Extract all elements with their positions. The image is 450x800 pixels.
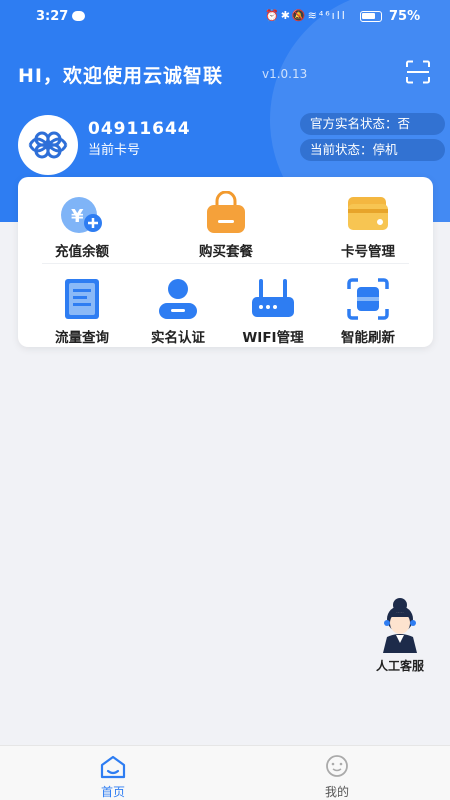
- shopping-bag-icon: [207, 191, 245, 233]
- user-icon: [159, 279, 197, 319]
- agent-avatar-icon: [383, 598, 417, 653]
- card-icon: [348, 197, 388, 230]
- scan-refresh-icon: [347, 278, 389, 320]
- menu-label: WIFI管理: [242, 330, 304, 346]
- current-status-badge: 当前状态：停机: [300, 139, 445, 161]
- tab-label: 我的: [324, 785, 349, 799]
- bottom-tab-bar: 首页 我的: [0, 745, 450, 800]
- app-version: v1.0.13: [262, 67, 308, 81]
- home-icon: [100, 755, 126, 779]
- tab-home[interactable]: 首页: [73, 752, 153, 799]
- menu-item-smart-refresh[interactable]: 智能刷新: [320, 273, 416, 346]
- menu-item-buy-package[interactable]: 购买套餐: [178, 187, 274, 260]
- menu-label: 卡号管理: [341, 244, 395, 260]
- card-number-label: 当前卡号: [88, 143, 141, 158]
- status-time: 3:27: [36, 9, 69, 24]
- menu-item-recharge[interactable]: ¥ 充值余额: [34, 187, 130, 260]
- recharge-icon: ¥: [61, 197, 102, 233]
- status-bar: 3:27 ⏰✱🔕≋⁴⁶ıll 75%: [0, 0, 450, 36]
- menu-divider: [42, 263, 409, 264]
- customer-service-button[interactable]: 人工客服: [365, 595, 435, 677]
- customer-service-label: 人工客服: [375, 659, 424, 673]
- menu-item-real-name[interactable]: 实名认证: [130, 273, 226, 346]
- welcome-title: HI，欢迎使用云诚智联: [18, 65, 223, 87]
- battery-icon: [360, 11, 382, 22]
- scan-icon[interactable]: [405, 60, 431, 84]
- menu-label: 实名认证: [151, 330, 205, 346]
- menu-label: 充值余额: [55, 244, 109, 260]
- message-icon: [72, 11, 85, 21]
- profile-chat-icon: [326, 755, 348, 777]
- menu-label: 智能刷新: [341, 330, 395, 346]
- router-icon: [252, 279, 294, 317]
- document-icon: [65, 279, 99, 319]
- card-number: 04911644: [88, 119, 191, 139]
- menu-item-card-manage[interactable]: 卡号管理: [320, 187, 416, 260]
- tab-label: 首页: [100, 785, 125, 799]
- svg-text:¥: ¥: [71, 206, 84, 227]
- menu-label: 流量查询: [55, 330, 109, 346]
- battery-percent: 75%: [389, 9, 421, 24]
- tab-profile[interactable]: 我的: [297, 752, 377, 799]
- system-icons: ⏰✱🔕≋⁴⁶ıll: [265, 9, 347, 22]
- menu-label: 购买套餐: [199, 244, 253, 260]
- menu-item-data-query[interactable]: 流量查询: [34, 273, 130, 346]
- function-menu: ¥ 充值余额 购买套餐 卡号管理 流量查询 实名认证 WIFI管理 智能刷新: [18, 177, 433, 347]
- china-unicom-logo: [18, 115, 78, 175]
- menu-item-wifi-manage[interactable]: WIFI管理: [225, 273, 321, 346]
- real-name-status-badge: 官方实名状态：否: [300, 113, 445, 135]
